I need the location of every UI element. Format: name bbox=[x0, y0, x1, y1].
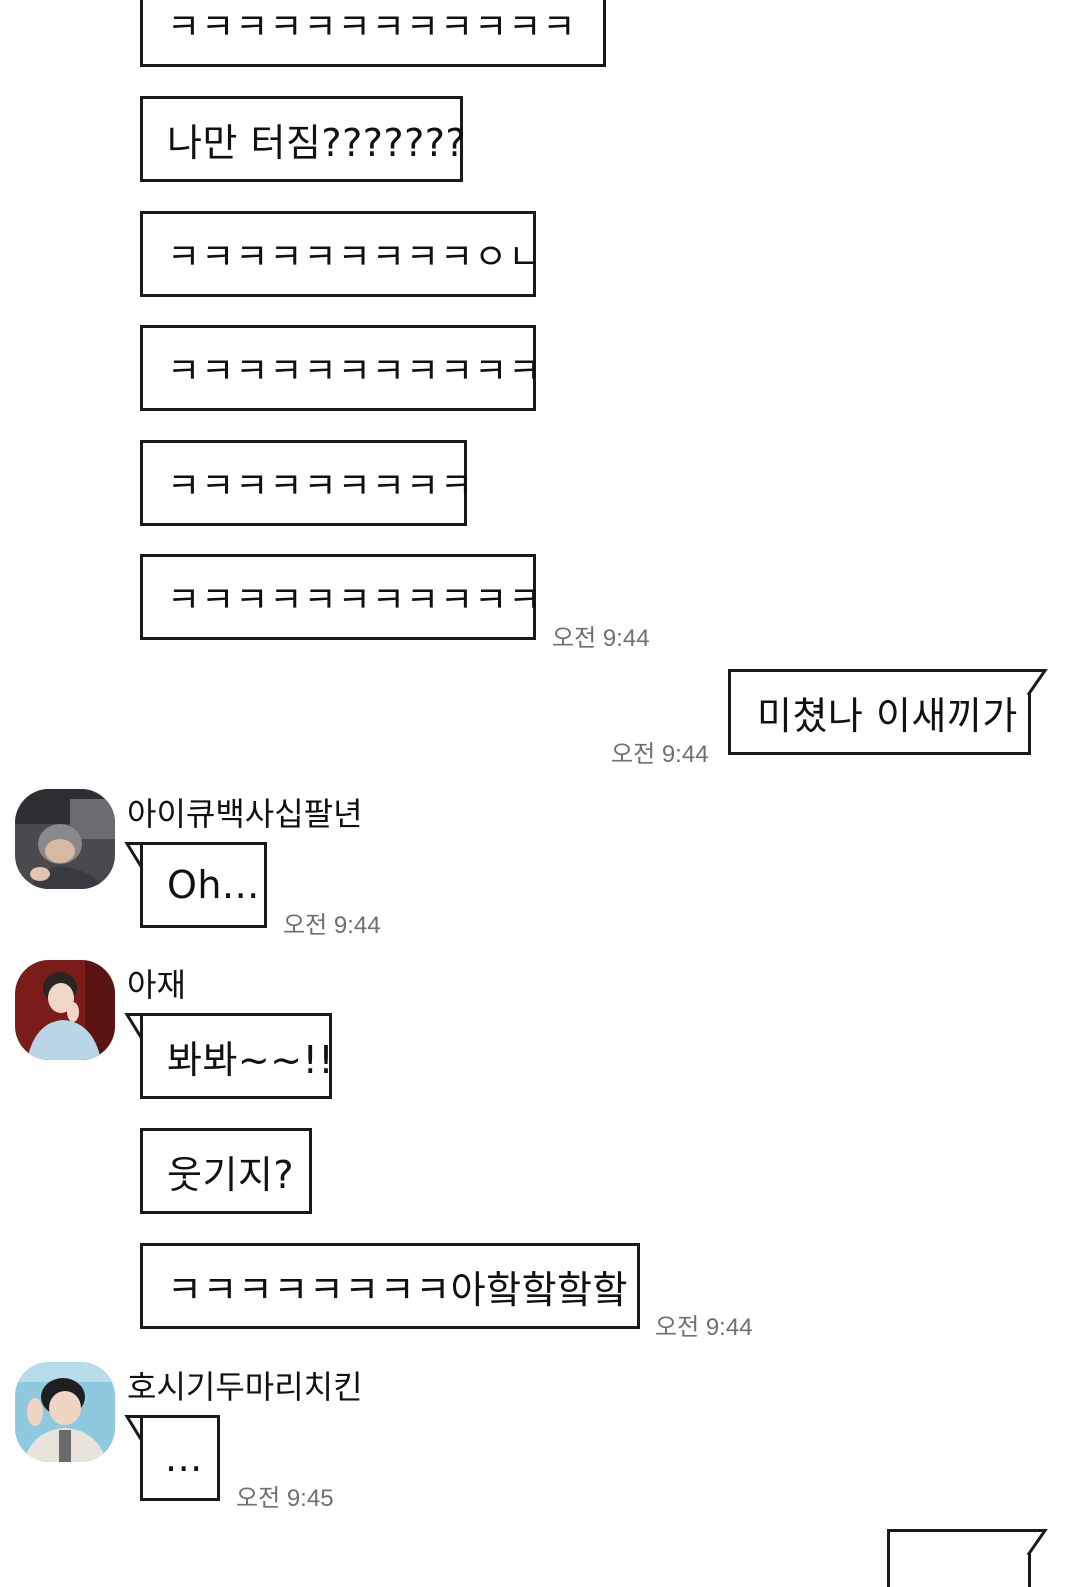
profile-photo-icon bbox=[15, 789, 115, 889]
message-text: ㅋㅋㅋㅋㅋㅋㅋㅋㅋㅋㅋㅋ bbox=[167, 6, 577, 48]
message-text: ㅋㅋㅋㅋㅋㅋㅋㅋㅋㅋㅋ bbox=[167, 580, 543, 621]
message-timestamp: 오전 9:44 bbox=[611, 741, 709, 768]
message-timestamp: 오전 9:44 bbox=[283, 912, 381, 939]
message-text: 미쳤나 이새끼가 bbox=[757, 693, 1018, 738]
message-text: 봐봐~~!! bbox=[167, 1037, 335, 1082]
message-bubble[interactable]: ㅋㅋㅋㅋㅋㅋㅋㅋㅋㅋㅋㅋ bbox=[140, 0, 606, 67]
message-text: ㅋㅋㅋㅋㅋㅋㅋㅋㅋㅋㅋ bbox=[167, 351, 543, 392]
message-timestamp: 오전 9:45 bbox=[236, 1485, 334, 1512]
message-bubble[interactable]: ㅋㅋㅋㅋㅋㅋㅋㅋㅋㅋㅋ bbox=[140, 325, 541, 411]
message-text: Oh... bbox=[167, 863, 260, 907]
user-avatar[interactable] bbox=[15, 789, 115, 889]
message-bubble[interactable]: ㅋㅋㅋㅋㅋㅋㅋㅋㅋ bbox=[140, 440, 473, 526]
my-message-bubble[interactable] bbox=[887, 1529, 1031, 1587]
message-bubble[interactable]: 웃기지? bbox=[140, 1128, 312, 1214]
profile-photo-icon bbox=[15, 960, 115, 1060]
message-text: 나만 터짐??????? bbox=[167, 120, 467, 165]
bubble-tail bbox=[1025, 669, 1048, 696]
message-text: ㅋㅋㅋㅋㅋㅋㅋㅋ아핰핰핰핰 bbox=[167, 1267, 628, 1312]
sender-name: 아재 bbox=[127, 966, 186, 1004]
bubble-tail bbox=[1025, 1529, 1048, 1556]
message-timestamp: 오전 9:44 bbox=[552, 625, 650, 652]
message-text: 웃기지? bbox=[167, 1152, 295, 1197]
sender-name: 호시기두마리치킨 bbox=[127, 1368, 363, 1406]
message-text: ㅋㅋㅋㅋㅋㅋㅋㅋㅋ bbox=[167, 466, 475, 507]
message-bubble[interactable]: ㅋㅋㅋㅋㅋㅋㅋㅋㅋㅋㅋ bbox=[140, 554, 541, 640]
message-bubble[interactable]: 봐봐~~!! bbox=[140, 1013, 335, 1099]
message-bubble[interactable]: ... bbox=[140, 1415, 220, 1501]
user-avatar[interactable] bbox=[15, 1362, 115, 1462]
message-text: ... bbox=[165, 1436, 203, 1480]
user-avatar[interactable] bbox=[15, 960, 115, 1060]
my-message-bubble[interactable]: 미쳤나 이새끼가 bbox=[728, 669, 1031, 755]
message-bubble[interactable]: ㅋㅋㅋㅋㅋㅋㅋㅋㅋㅇㄴ bbox=[140, 211, 541, 297]
message-text: ㅋㅋㅋㅋㅋㅋㅋㅋㅋㅇㄴ bbox=[167, 237, 543, 278]
message-timestamp: 오전 9:44 bbox=[655, 1314, 753, 1341]
sender-name: 아이큐백사십팔년 bbox=[127, 795, 363, 833]
message-bubble[interactable]: 나만 터짐??????? bbox=[140, 96, 467, 182]
message-bubble[interactable]: ㅋㅋㅋㅋㅋㅋㅋㅋ아핰핰핰핰 bbox=[140, 1243, 640, 1329]
message-bubble[interactable]: Oh... bbox=[140, 842, 267, 928]
profile-photo-icon bbox=[15, 1362, 115, 1462]
